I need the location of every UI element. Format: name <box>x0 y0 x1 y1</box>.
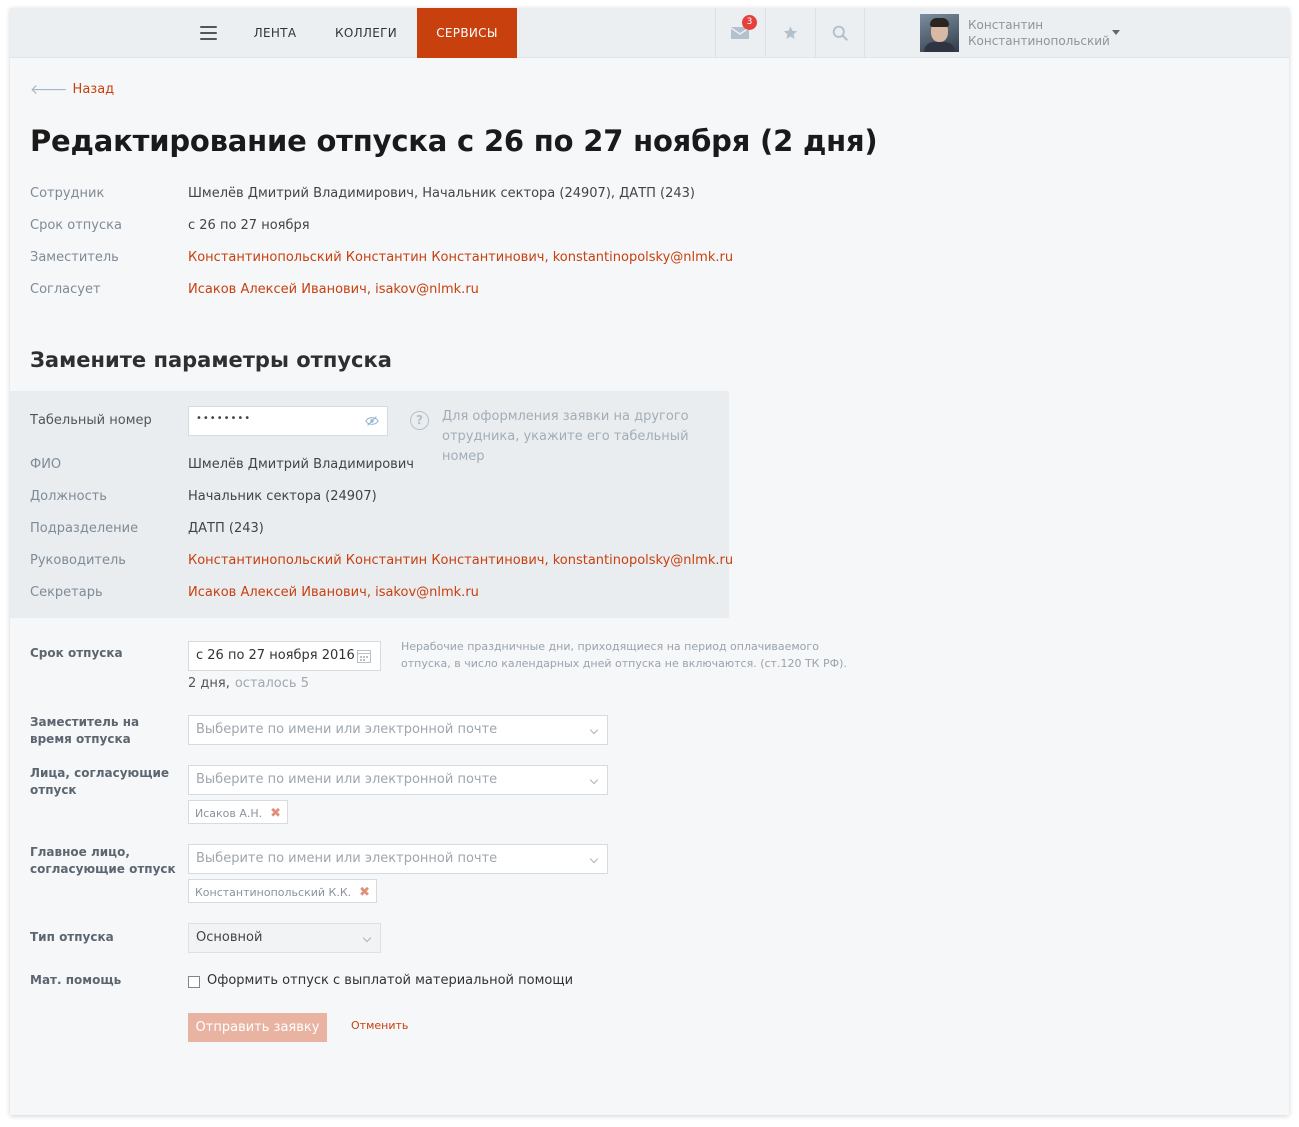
search-icon <box>832 25 848 41</box>
nav-services[interactable]: СЕРВИСЫ <box>417 8 517 58</box>
period-input[interactable]: с 26 по 27 ноября 2016 <box>188 641 381 671</box>
chevron-down-icon <box>589 725 599 735</box>
help-icon: ? <box>410 411 429 430</box>
period-label: Срок отпуска <box>30 646 123 660</box>
menu-icon[interactable] <box>200 26 217 40</box>
type-label: Тип отпуска <box>30 930 114 944</box>
manager-link[interactable]: Константинопольский Константин Константи… <box>188 552 733 570</box>
caret-down-icon[interactable] <box>1112 30 1120 35</box>
back-link[interactable]: 🡐 Назад <box>30 81 114 98</box>
mail-badge: 3 <box>742 15 757 30</box>
approver-link[interactable]: Исаков Алексей Иванович, isakov@nlmk.ru <box>188 281 479 299</box>
days-count: 2 дня, осталось 5 <box>188 676 309 691</box>
favorites-button[interactable] <box>765 8 814 58</box>
chevron-down-icon <box>362 933 372 943</box>
search-button[interactable] <box>815 8 865 58</box>
deputy-select[interactable]: Выберите по имени или электронной почте <box>188 715 608 745</box>
employee-number-input[interactable]: •••••••• <box>188 406 388 436</box>
cancel-link[interactable]: Отменить <box>351 1019 408 1032</box>
chevron-down-icon <box>589 854 599 864</box>
deputy-label: Заместитель на время отпуска <box>30 715 140 746</box>
nav-colleagues[interactable]: КОЛЛЕГИ <box>321 8 411 58</box>
arrow-left-icon: 🡐 <box>30 82 68 98</box>
calendar-icon[interactable] <box>357 649 371 663</box>
chevron-down-icon <box>589 775 599 785</box>
page-title: Редактирование отпуска с 26 по 27 ноября… <box>30 124 878 158</box>
section-title: Замените параметры отпуска <box>30 348 392 372</box>
mail-button[interactable]: 3 <box>715 8 764 58</box>
main-approver-label: Главное лицо, согласующие отпуск <box>30 845 176 876</box>
avatar[interactable] <box>920 14 959 52</box>
main-approver-select[interactable]: Выберите по имени или электронной почте <box>188 844 608 874</box>
nav-feed[interactable]: ЛЕНТА <box>240 8 310 58</box>
remove-icon[interactable]: ✖ <box>270 806 281 821</box>
type-select[interactable]: Основной <box>188 923 381 953</box>
remove-icon[interactable]: ✖ <box>359 885 370 900</box>
aid-label: Мат. помощь <box>30 973 122 987</box>
eye-icon[interactable] <box>365 415 379 427</box>
days-remaining: осталось 5 <box>234 676 309 691</box>
help-text: Для оформления заявки на другого отрудни… <box>442 409 689 464</box>
period-note: Нерабочие праздничные дни, приходящиеся … <box>401 640 847 670</box>
deputy-link[interactable]: Константинопольский Константин Константи… <box>188 249 733 267</box>
top-navbar: ЛЕНТА КОЛЛЕГИ СЕРВИСЫ 3 Константин Конст… <box>10 8 1289 58</box>
approver-tag: Исаков А.Н. ✖ <box>188 800 289 824</box>
submit-button[interactable]: Отправить заявку <box>188 1013 327 1042</box>
approvers-select[interactable]: Выберите по имени или электронной почте <box>188 765 608 795</box>
page-frame: ЛЕНТА КОЛЛЕГИ СЕРВИСЫ 3 Константин Конст… <box>10 8 1289 1115</box>
aid-checkbox-label[interactable]: Оформить отпуск с выплатой материальной … <box>207 973 573 988</box>
secretary-link[interactable]: Исаков Алексей Иванович, isakov@nlmk.ru <box>188 584 479 602</box>
star-icon <box>783 26 797 39</box>
user-name[interactable]: Константин Константинопольский <box>968 17 1110 49</box>
aid-checkbox[interactable] <box>188 976 200 988</box>
approvers-label: Лица, согласующие отпуск <box>30 766 170 797</box>
main-approver-tag: Константинопольский К.К. ✖ <box>188 879 378 903</box>
